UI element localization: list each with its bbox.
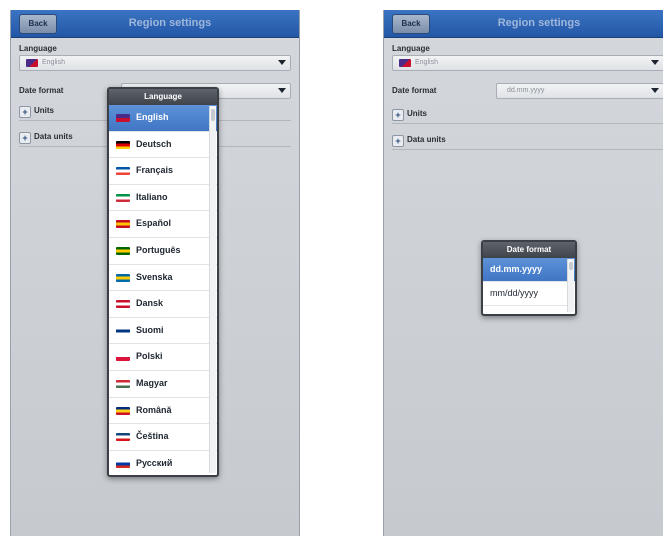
- language-option-label: Español: [136, 218, 172, 229]
- date-format-option[interactable]: mm/dd/yyyy: [483, 282, 575, 306]
- units-label: Units: [407, 109, 427, 118]
- flag-icon: [116, 326, 130, 335]
- chevron-down-icon: [651, 88, 659, 93]
- language-popup: Language English Deutsch Français Italiano E…: [107, 87, 219, 477]
- language-option-label: Svenska: [136, 271, 173, 282]
- language-option-label: Русский: [136, 457, 173, 468]
- back-button[interactable]: Back: [392, 14, 430, 34]
- flag-icon: [116, 246, 130, 255]
- scrollbar[interactable]: [567, 259, 574, 312]
- units-label: Units: [34, 106, 54, 115]
- language-list: English Deutsch Français Italiano Español Por…: [109, 105, 217, 475]
- flag-icon: [116, 406, 130, 415]
- language-select[interactable]: English: [392, 55, 663, 71]
- language-select-value: English: [42, 59, 65, 66]
- language-option[interactable]: Deutsch: [109, 132, 217, 159]
- data-units-label: Data units: [407, 135, 446, 144]
- back-button[interactable]: Back: [19, 14, 57, 34]
- units-expander[interactable]: + Units: [392, 107, 663, 124]
- language-option-label: English: [136, 112, 169, 122]
- date-format-label: Date format: [392, 86, 437, 95]
- language-option[interactable]: Italiano: [109, 185, 217, 212]
- uk-flag-icon: [26, 59, 38, 67]
- data-units-expander[interactable]: + Data units: [392, 133, 663, 150]
- flag-icon: [116, 353, 130, 362]
- language-option[interactable]: Dansk: [109, 291, 217, 318]
- language-option-label: Română: [136, 404, 172, 415]
- plus-icon: +: [392, 109, 404, 121]
- language-option-label: Italiano: [136, 191, 168, 202]
- scrollbar[interactable]: [209, 106, 216, 473]
- flag-icon: [116, 300, 130, 309]
- language-option-label: Polski: [136, 351, 163, 362]
- flag-icon: [116, 433, 130, 442]
- popup-title: Language: [109, 89, 217, 105]
- language-option[interactable]: Polski: [109, 344, 217, 371]
- date-format-list: dd.mm.yyyy mm/dd/yyyy: [483, 258, 575, 306]
- language-option-label: Čeština: [136, 431, 169, 442]
- scroll-thumb[interactable]: [211, 109, 215, 121]
- plus-icon: +: [19, 132, 31, 144]
- flag-icon: [116, 459, 130, 468]
- date-format-option[interactable]: dd.mm.yyyy: [483, 258, 575, 282]
- language-label: Language: [19, 44, 57, 53]
- language-option[interactable]: Magyar: [109, 371, 217, 398]
- data-units-label: Data units: [34, 132, 73, 141]
- flag-icon: [116, 273, 130, 282]
- language-option[interactable]: Русский: [109, 451, 217, 475]
- language-option[interactable]: Română: [109, 398, 217, 425]
- popup-title: Date format: [483, 242, 575, 258]
- language-select[interactable]: English: [19, 55, 291, 71]
- language-option-label: Dansk: [136, 298, 164, 309]
- language-option[interactable]: Svenska: [109, 265, 217, 292]
- language-option-label: Português: [136, 244, 181, 255]
- language-option-label: Français: [136, 165, 174, 176]
- flag-icon: [116, 167, 130, 176]
- language-label: Language: [392, 44, 430, 53]
- flag-icon: [116, 114, 130, 122]
- language-option[interactable]: Suomi: [109, 318, 217, 345]
- language-select-value: English: [415, 59, 438, 66]
- plus-icon: +: [392, 135, 404, 147]
- scroll-thumb[interactable]: [569, 262, 573, 270]
- flag-icon: [116, 220, 130, 229]
- uk-flag-icon: [399, 59, 411, 67]
- region-settings-screen-left: Back Region settings Language English Da…: [10, 10, 300, 536]
- region-settings-screen-right: Back Region settings Language English Da…: [383, 10, 663, 536]
- chevron-down-icon: [278, 88, 286, 93]
- date-format-popup: Date format dd.mm.yyyy mm/dd/yyyy: [481, 240, 577, 316]
- date-format-select-value: dd.mm.yyyy: [507, 87, 545, 94]
- language-option-label: Deutsch: [136, 138, 172, 149]
- language-option[interactable]: Français: [109, 158, 217, 185]
- title-bar: Back Region settings: [384, 10, 663, 38]
- language-option-label: Magyar: [136, 377, 168, 388]
- flag-icon: [116, 140, 130, 149]
- language-option[interactable]: English: [109, 105, 217, 132]
- plus-icon: +: [19, 106, 31, 118]
- chevron-down-icon: [278, 60, 286, 65]
- page-title: Region settings: [497, 17, 581, 29]
- language-option[interactable]: Português: [109, 238, 217, 265]
- date-format-label: Date format: [19, 86, 64, 95]
- title-bar: Back Region settings: [11, 10, 299, 38]
- language-option-label: Suomi: [136, 324, 164, 335]
- flag-icon: [116, 193, 130, 202]
- language-option[interactable]: Čeština: [109, 424, 217, 451]
- flag-icon: [116, 379, 130, 388]
- language-option[interactable]: Español: [109, 211, 217, 238]
- date-format-select[interactable]: dd.mm.yyyy: [496, 83, 663, 99]
- page-title: Region settings: [128, 17, 212, 29]
- chevron-down-icon: [651, 60, 659, 65]
